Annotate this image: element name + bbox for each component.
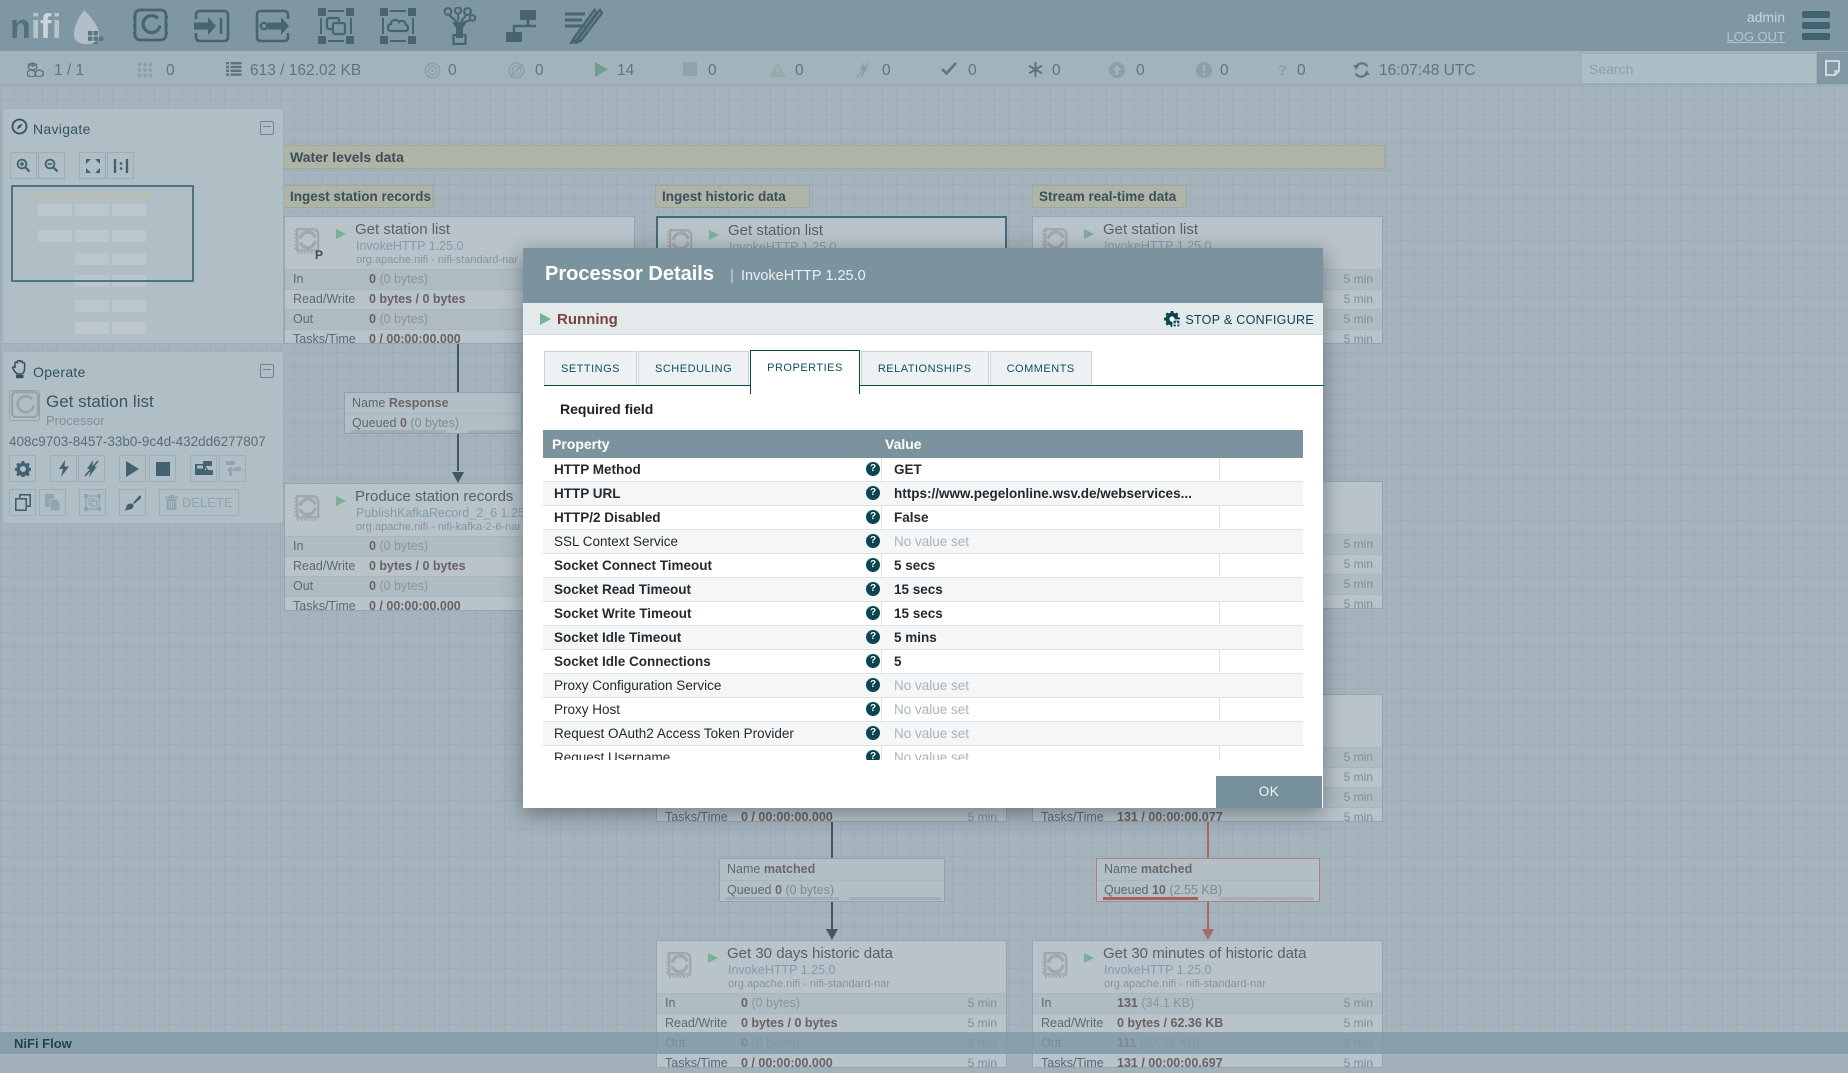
svg-text:f: f bbox=[40, 8, 52, 44]
svg-text:?: ? bbox=[1278, 62, 1287, 78]
svg-text:n: n bbox=[10, 8, 31, 44]
svg-text:i: i bbox=[52, 8, 61, 44]
